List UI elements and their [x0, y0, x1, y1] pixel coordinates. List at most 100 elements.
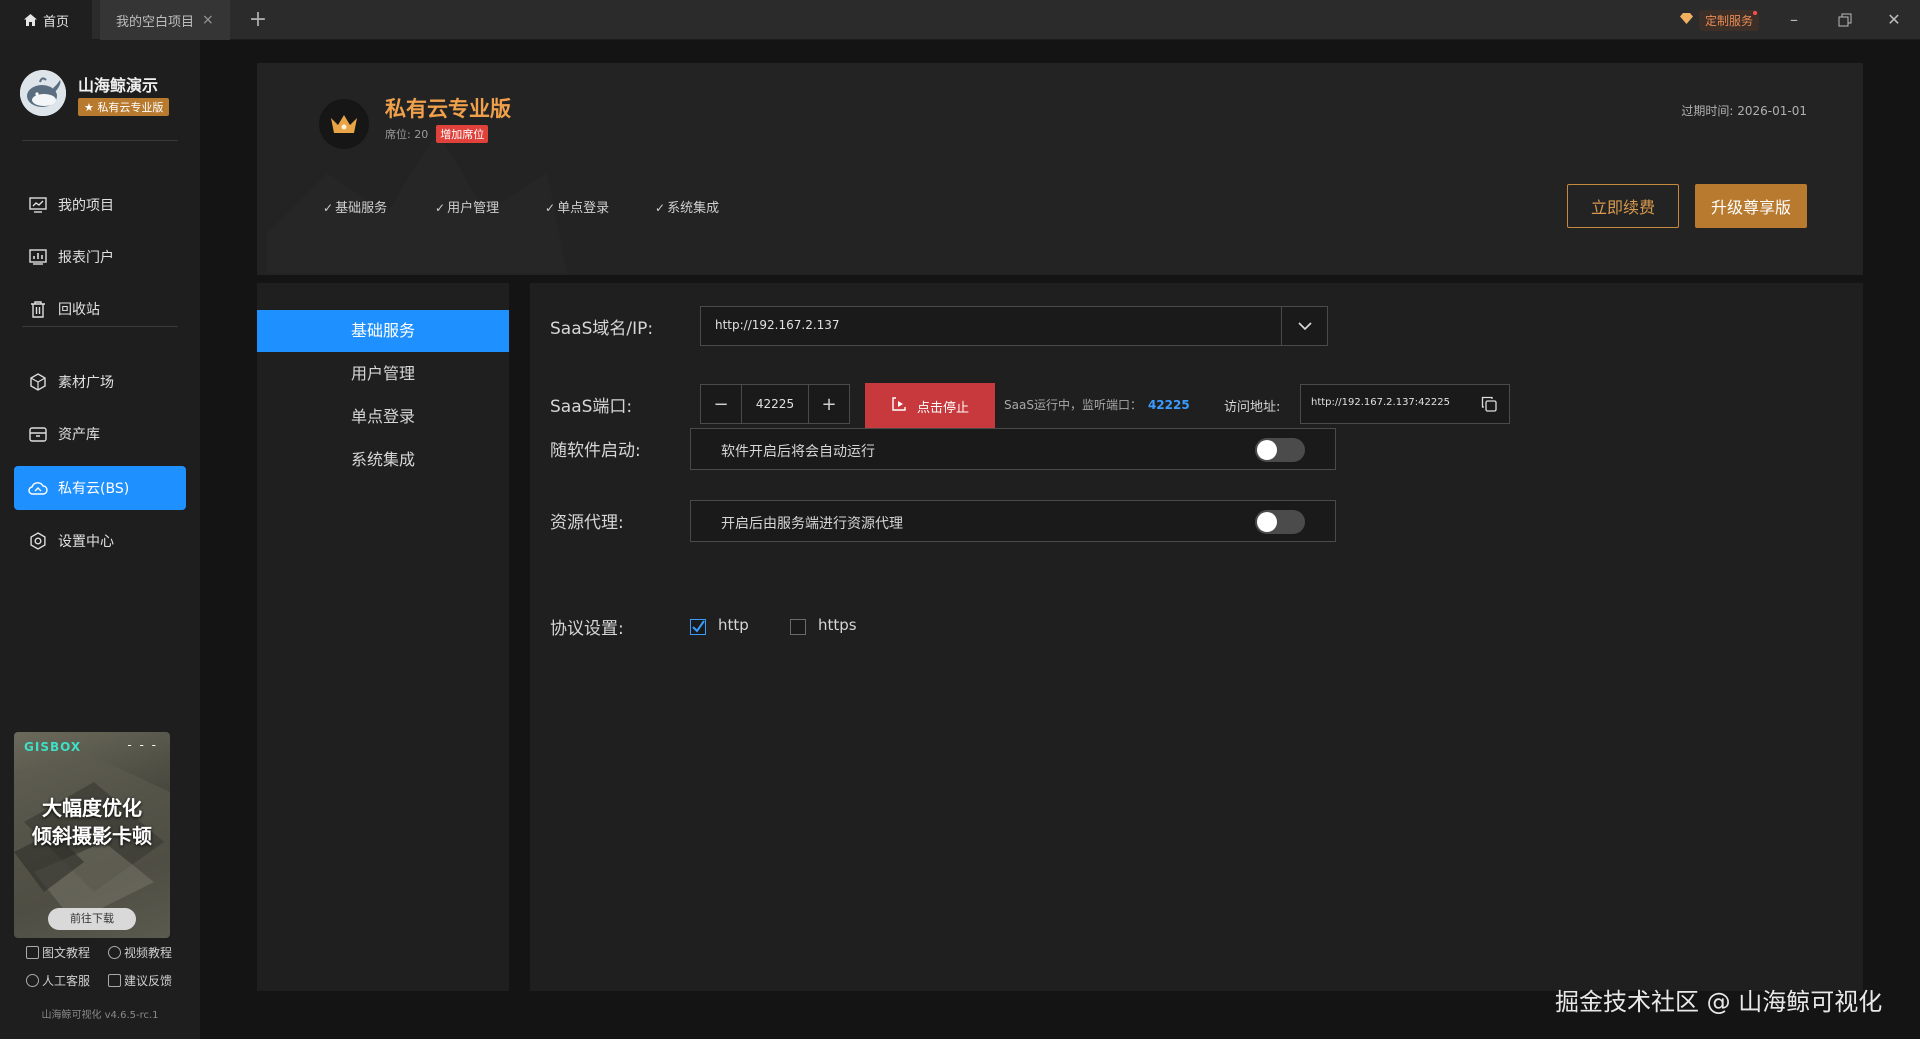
video-tutorial-label: 视频教程	[124, 946, 173, 960]
support-label: 人工客服	[42, 974, 91, 988]
stop-service-label: 点击停止	[916, 400, 969, 416]
add-tab-button[interactable]: +	[246, 7, 270, 32]
subnav-sso[interactable]: 单点登录	[257, 396, 509, 438]
copy-icon[interactable]	[1481, 396, 1497, 412]
divider	[22, 140, 178, 141]
headset-icon	[26, 974, 39, 987]
download-button[interactable]: 前往下载	[48, 908, 136, 930]
proxy-description: 开启后由服务端进行资源代理	[721, 516, 903, 532]
avatar[interactable]	[20, 70, 66, 116]
service-status: SaaS运行中，监听端口： 42225	[1004, 396, 1190, 413]
promo-banner[interactable]: GISBOX - - - 大幅度优化 倾斜摄影卡顿 前往下载	[14, 732, 170, 938]
http-label: http	[718, 616, 749, 634]
seat-count-label: 席位: 20	[385, 128, 429, 141]
port-label: SaaS端口:	[550, 397, 633, 417]
port-stepper: − 42225 +	[700, 384, 850, 424]
check-icon: ✓	[545, 201, 556, 215]
home-icon	[24, 14, 37, 26]
http-checkbox[interactable]	[690, 619, 706, 635]
subnav-system-integration[interactable]: 系统集成	[257, 439, 509, 481]
title-bar: 首页 我的空白项目 × + 定制服务 – ✕	[0, 0, 1920, 40]
autostart-description: 软件开启后将会自动运行	[721, 444, 875, 460]
feature-label: 用户管理	[447, 201, 500, 216]
feedback-icon	[108, 974, 121, 987]
chart-icon	[28, 195, 48, 215]
doc-tutorial-link[interactable]: 图文教程	[26, 944, 90, 961]
subnav-user-management[interactable]: 用户管理	[257, 353, 509, 395]
cloud-icon	[28, 478, 48, 498]
asset-icon	[28, 424, 48, 444]
access-url-field[interactable]: http://192.167.2.137:42225	[1300, 384, 1510, 424]
tab-home[interactable]: 首页	[0, 0, 92, 40]
decrement-button[interactable]: −	[701, 385, 741, 423]
restore-icon[interactable]	[1833, 8, 1857, 32]
autostart-toggle[interactable]	[1255, 438, 1305, 462]
report-icon	[28, 247, 48, 267]
sidebar-item-asset-library[interactable]: 资产库	[14, 412, 186, 456]
sidebar-item-my-projects[interactable]: 我的项目	[14, 183, 186, 227]
stop-service-button[interactable]: 点击停止	[865, 383, 995, 429]
add-seats-button[interactable]: 增加席位	[436, 125, 489, 143]
port-input[interactable]: 42225	[741, 385, 809, 423]
sidebar-item-recycle-bin[interactable]: 回收站	[14, 287, 186, 331]
feature-item: ✓ 单点登录	[545, 197, 609, 216]
proxy-label: 资源代理:	[550, 513, 624, 533]
sidebar-item-report-portal[interactable]: 报表门户	[14, 235, 186, 279]
check-icon: ✓	[435, 201, 446, 215]
promo-logo: GISBOX	[24, 740, 82, 754]
sidebar-item-settings[interactable]: 设置中心	[14, 519, 186, 563]
check-icon: ✓	[323, 201, 334, 215]
plan-title: 私有云专业版	[385, 97, 511, 121]
user-name: 山海鲸演示	[78, 76, 159, 95]
close-tab-icon[interactable]: ×	[202, 12, 214, 28]
document-icon	[26, 946, 39, 959]
stop-icon	[891, 396, 907, 416]
gear-icon	[28, 531, 48, 551]
cube-icon	[28, 372, 48, 392]
protocol-label: 协议设置:	[550, 619, 624, 639]
service-status-label: SaaS运行中，监听端口：	[1004, 398, 1142, 412]
sidebar-item-material-square[interactable]: 素材广场	[14, 360, 186, 404]
custom-service-button[interactable]: 定制服务	[1680, 9, 1760, 31]
video-tutorial-link[interactable]: 视频教程	[108, 944, 172, 961]
check-icon: ✓	[655, 201, 666, 215]
sidebar-item-private-cloud[interactable]: 私有云(BS)	[14, 466, 186, 510]
plan-header-card: 私有云专业版 席位: 20 增加席位 ✓ 基础服务 ✓ 用户管理 ✓ 单点登录 ✓ 系统…	[257, 63, 1863, 275]
doc-tutorial-label: 图文教程	[42, 946, 91, 960]
promo-headline-2: 倾斜摄影卡顿	[32, 824, 152, 848]
proxy-toggle[interactable]	[1255, 510, 1305, 534]
tab-project[interactable]: 我的空白项目 ×	[100, 0, 230, 40]
tab-home-label: 首页	[43, 14, 70, 30]
custom-service-label: 定制服务	[1705, 13, 1754, 28]
trash-icon	[28, 299, 48, 319]
subnav-basic-service[interactable]: 基础服务	[257, 310, 509, 352]
sidebar-item-label: 资产库	[58, 427, 100, 443]
feature-label: 系统集成	[667, 201, 720, 216]
increment-button[interactable]: +	[809, 385, 849, 423]
toggle-knob	[1257, 512, 1277, 532]
feature-item: ✓ 系统集成	[655, 197, 719, 216]
tab-project-label: 我的空白项目	[116, 14, 195, 30]
settings-subnav: 基础服务 用户管理 单点登录 系统集成	[257, 283, 509, 991]
promo-headline-1: 大幅度优化	[42, 796, 142, 820]
domain-select[interactable]: http://192.167.2.137	[700, 306, 1328, 346]
domain-label: SaaS域名/IP:	[550, 319, 654, 339]
upgrade-button[interactable]: 升级尊享版	[1695, 184, 1807, 228]
sidebar-item-label: 设置中心	[58, 534, 114, 550]
close-window-icon[interactable]: ✕	[1882, 8, 1906, 32]
domain-value: http://192.167.2.137	[715, 318, 840, 332]
sidebar-item-label: 报表门户	[58, 250, 114, 266]
access-url-value: http://192.167.2.137:42225	[1311, 397, 1450, 408]
play-icon	[108, 946, 121, 959]
renew-button[interactable]: 立即续费	[1567, 184, 1679, 228]
minimize-icon[interactable]: –	[1782, 8, 1806, 32]
edition-badge: ★ 私有云专业版	[78, 98, 170, 116]
chevron-down-icon[interactable]	[1281, 307, 1327, 345]
https-checkbox[interactable]	[790, 619, 806, 635]
support-link[interactable]: 人工客服	[26, 972, 90, 989]
diamond-icon	[1680, 13, 1693, 27]
feedback-label: 建议反馈	[124, 974, 173, 988]
feature-item: ✓ 用户管理	[435, 197, 499, 216]
listening-port: 42225	[1147, 398, 1190, 412]
feedback-link[interactable]: 建议反馈	[108, 972, 172, 989]
